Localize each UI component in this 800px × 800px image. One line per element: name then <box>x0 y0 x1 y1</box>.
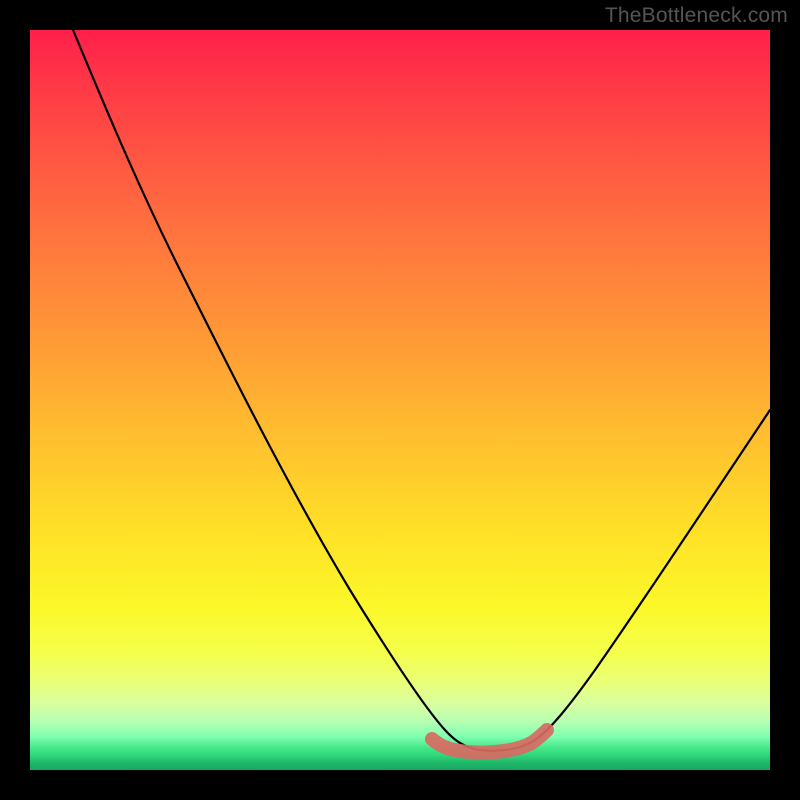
chart-frame: TheBottleneck.com <box>0 0 800 800</box>
watermark-text: TheBottleneck.com <box>605 4 788 28</box>
bottleneck-curve <box>73 30 770 751</box>
chart-svg <box>30 30 770 770</box>
plot-area <box>30 30 770 770</box>
